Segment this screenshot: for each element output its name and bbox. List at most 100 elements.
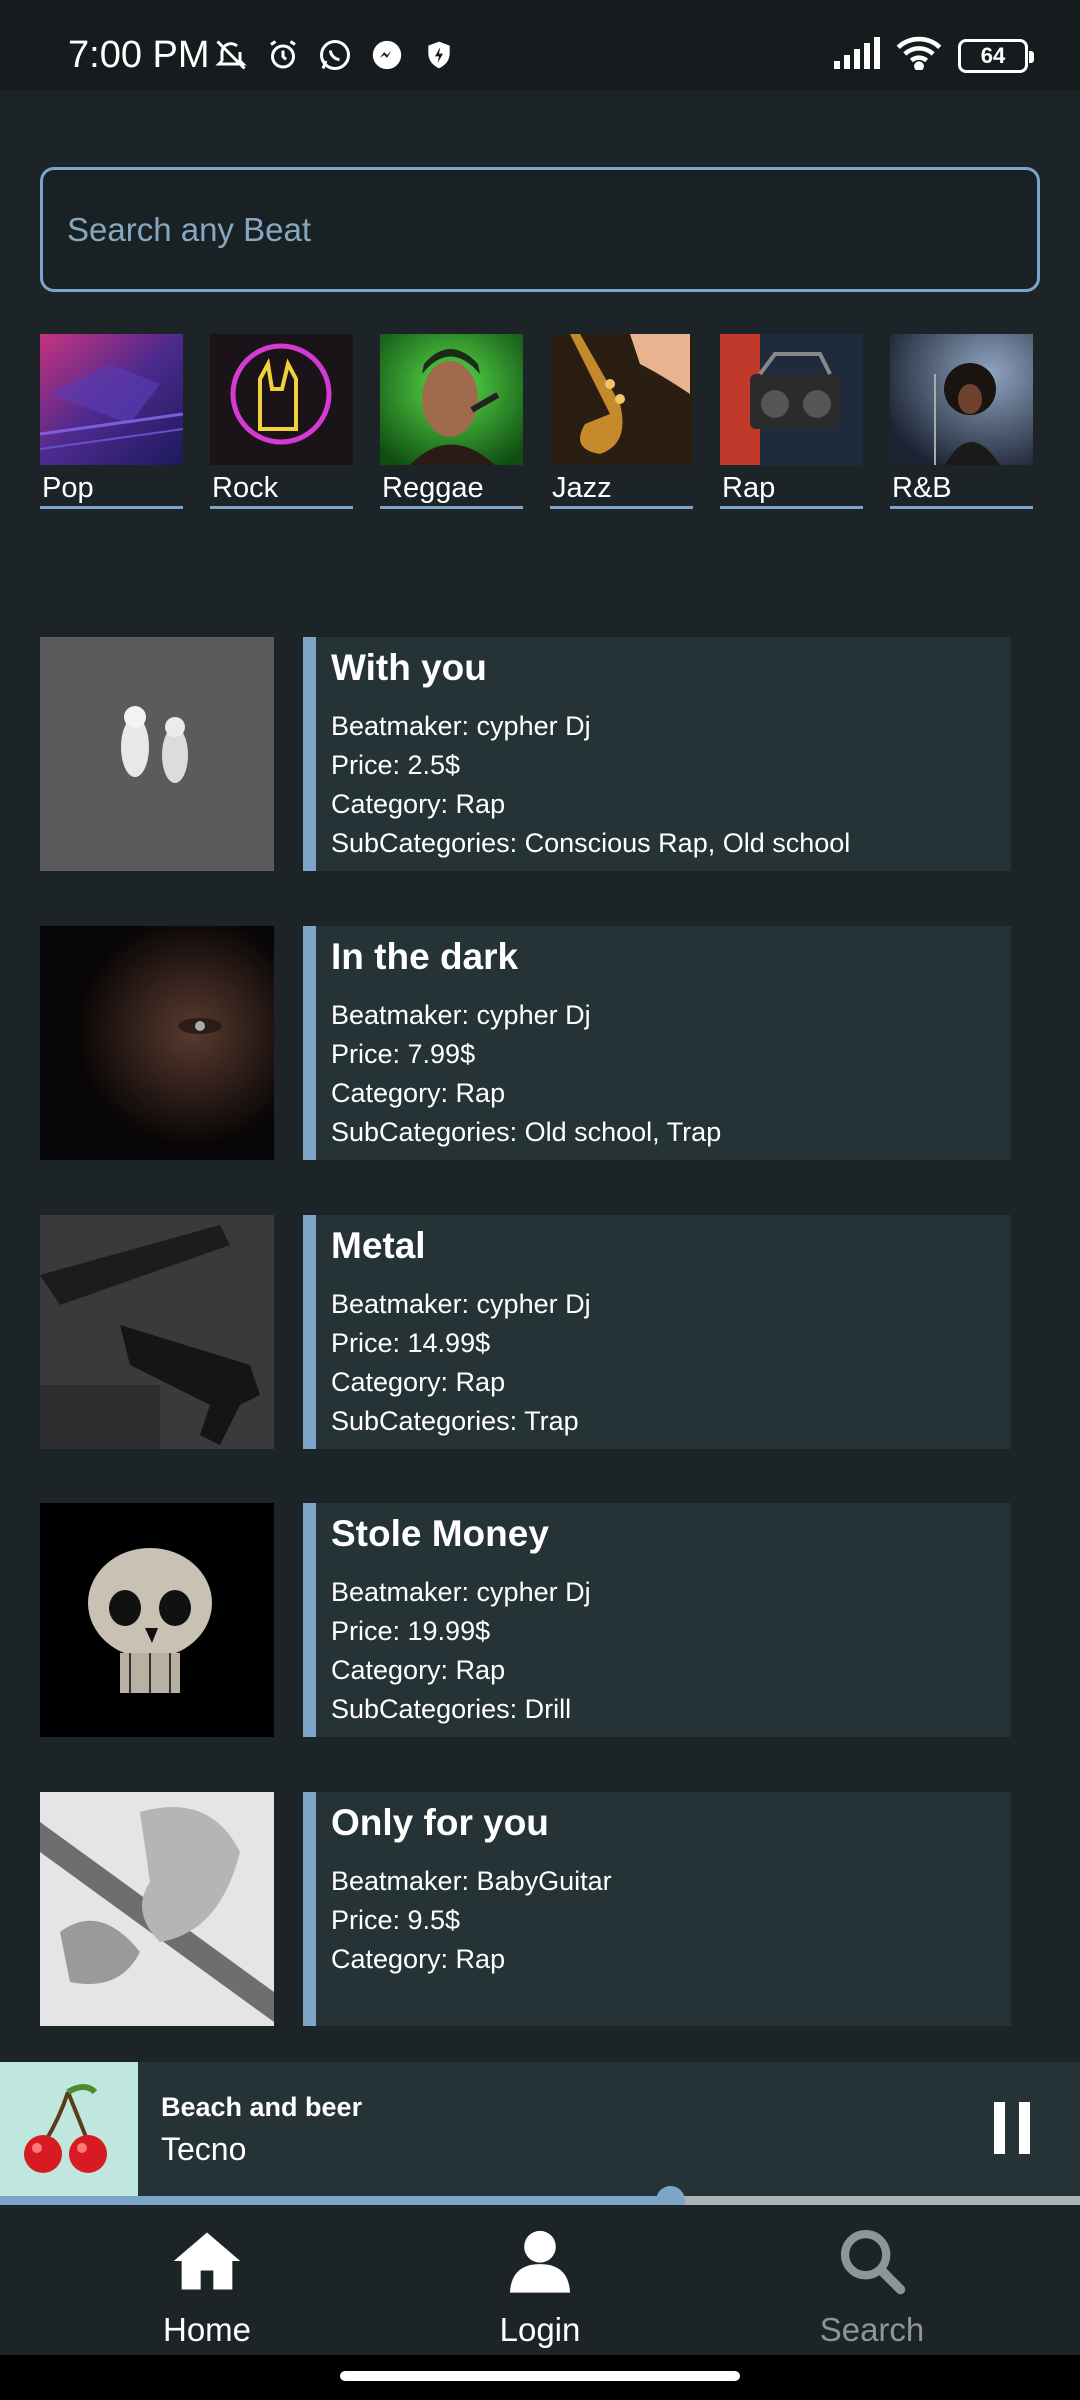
beat-title: In the dark [331, 936, 519, 977]
pause-icon-bar-left [994, 2102, 1005, 2154]
search-icon [840, 2229, 906, 2295]
beat-card[interactable]: Stole Money Beatmaker: cypher Dj Price: … [303, 1503, 1011, 1737]
genre-underline [720, 506, 863, 509]
genre-label: Rap [722, 472, 776, 504]
beat-beatmaker: Beatmaker: cypher Dj [331, 1000, 591, 1030]
beat-price: Price: 19.99$ [331, 1616, 491, 1646]
beat-price: Price: 7.99$ [331, 1039, 476, 1069]
beat-price: Price: 2.5$ [331, 750, 461, 780]
genre-label: Rock [212, 472, 279, 504]
system-gesture-area [0, 2355, 1080, 2400]
genre-rock[interactable]: Rock [210, 334, 353, 509]
nav-home-label: Home [162, 2311, 252, 2348]
status-bar: 7:00 PM 64 [0, 0, 1080, 90]
beat-cover [40, 926, 274, 1160]
genre-underline [380, 506, 523, 509]
messenger-icon [368, 36, 406, 74]
beat-card[interactable]: In the dark Beatmaker: cypher Dj Price: … [303, 926, 1011, 1160]
beat-beatmaker: Beatmaker: BabyGuitar [331, 1866, 612, 1896]
alarm-icon [264, 36, 302, 74]
home-gesture-bar[interactable] [340, 2371, 740, 2381]
player-cover [0, 2062, 138, 2200]
beat-beatmaker: Beatmaker: cypher Dj [331, 1577, 591, 1607]
genre-rap[interactable]: Rap [720, 334, 863, 509]
beat-title: Metal [331, 1225, 426, 1266]
genre-label: Reggae [382, 472, 484, 504]
beat-item[interactable]: Only for you Beatmaker: BabyGuitar Price… [40, 1792, 1040, 2026]
genre-reggae[interactable]: Reggae [380, 334, 523, 509]
beat-cover [40, 1215, 274, 1449]
beat-cover [40, 1792, 274, 2026]
beat-title: Stole Money [331, 1513, 549, 1554]
genre-pop[interactable]: Pop [40, 334, 183, 509]
genre-row: Pop Rock Reggae Jazz Rap R&B [40, 334, 1033, 509]
wifi-icon [896, 36, 942, 75]
beat-title: With you [331, 647, 487, 688]
beat-category: Category: Rap [331, 789, 506, 819]
beat-title: Only for you [331, 1802, 549, 1843]
beat-cover [40, 637, 274, 871]
genre-underline [40, 506, 183, 509]
status-time: 7:00 PM [68, 34, 210, 76]
beat-price: Price: 9.5$ [331, 1905, 461, 1935]
search-box[interactable] [40, 167, 1040, 292]
genre-label: R&B [892, 472, 952, 504]
genre-underline [210, 506, 353, 509]
shield-icon [420, 36, 458, 74]
player-track-title: Beach and beer [161, 2092, 363, 2122]
player-track-subtitle: Tecno [161, 2131, 247, 2167]
genre-reggae-image [380, 334, 523, 465]
player-progress-fill [0, 2196, 670, 2205]
genre-pop-image [40, 334, 183, 465]
beat-card[interactable]: Metal Beatmaker: cypher Dj Price: 14.99$… [303, 1215, 1011, 1449]
status-icons-right: 64 [834, 36, 1034, 75]
beat-subcategories: SubCategories: Trap [331, 1406, 579, 1436]
beat-beatmaker: Beatmaker: cypher Dj [331, 1289, 591, 1319]
signal-icon [834, 37, 880, 74]
beat-price: Price: 14.99$ [331, 1328, 491, 1358]
beat-category: Category: Rap [331, 1944, 506, 1974]
status-icons-left [212, 36, 458, 74]
genre-underline [550, 506, 693, 509]
nav-login-label: Login [499, 2311, 581, 2348]
person-icon [509, 2230, 571, 2293]
genre-underline [890, 506, 1033, 509]
nav-login[interactable]: Login [440, 2223, 640, 2353]
pause-button[interactable] [994, 2102, 1030, 2154]
player-progress-bar[interactable] [0, 2186, 1080, 2215]
pause-icon-bar-right [1019, 2102, 1030, 2154]
genre-rnb[interactable]: R&B [890, 334, 1033, 509]
beat-item[interactable]: Stole Money Beatmaker: cypher Dj Price: … [40, 1503, 1040, 1737]
beat-item[interactable]: In the dark Beatmaker: cypher Dj Price: … [40, 926, 1040, 1160]
genre-rock-image [210, 334, 353, 465]
beat-cover [40, 1503, 274, 1737]
mute-icon [212, 36, 250, 74]
beat-card[interactable]: With you Beatmaker: cypher Dj Price: 2.5… [303, 637, 1011, 871]
battery-level: 64 [980, 42, 1006, 68]
bottom-navigation: Home Login Search [0, 2205, 1080, 2355]
genre-rap-image [720, 334, 863, 465]
nav-search[interactable]: Search [772, 2223, 972, 2353]
beat-subcategories: SubCategories: Conscious Rap, Old school [331, 828, 851, 858]
genre-label: Pop [42, 472, 94, 504]
genre-rnb-image [890, 334, 1033, 465]
beat-card[interactable]: Only for you Beatmaker: BabyGuitar Price… [303, 1792, 1011, 2026]
nav-search-label: Search [819, 2311, 925, 2348]
beat-item[interactable]: Metal Beatmaker: cypher Dj Price: 14.99$… [40, 1215, 1040, 1449]
beat-beatmaker: Beatmaker: cypher Dj [331, 711, 591, 741]
beat-subcategories: SubCategories: Drill [331, 1694, 572, 1724]
battery-icon: 64 [958, 38, 1034, 73]
beat-item[interactable]: With you Beatmaker: cypher Dj Price: 2.5… [40, 637, 1040, 871]
beat-category: Category: Rap [331, 1655, 506, 1685]
beat-subcategories: SubCategories: Old school, Trap [331, 1117, 722, 1147]
genre-jazz-image [550, 334, 693, 465]
whatsapp-icon [316, 36, 354, 74]
genre-jazz[interactable]: Jazz [550, 334, 693, 509]
beat-category: Category: Rap [331, 1367, 506, 1397]
home-icon [173, 2232, 241, 2290]
mini-player[interactable]: Beach and beer Tecno [0, 2062, 1080, 2200]
genre-label: Jazz [552, 472, 612, 504]
search-input[interactable] [65, 209, 1037, 250]
nav-home[interactable]: Home [107, 2223, 307, 2353]
beat-category: Category: Rap [331, 1078, 506, 1108]
